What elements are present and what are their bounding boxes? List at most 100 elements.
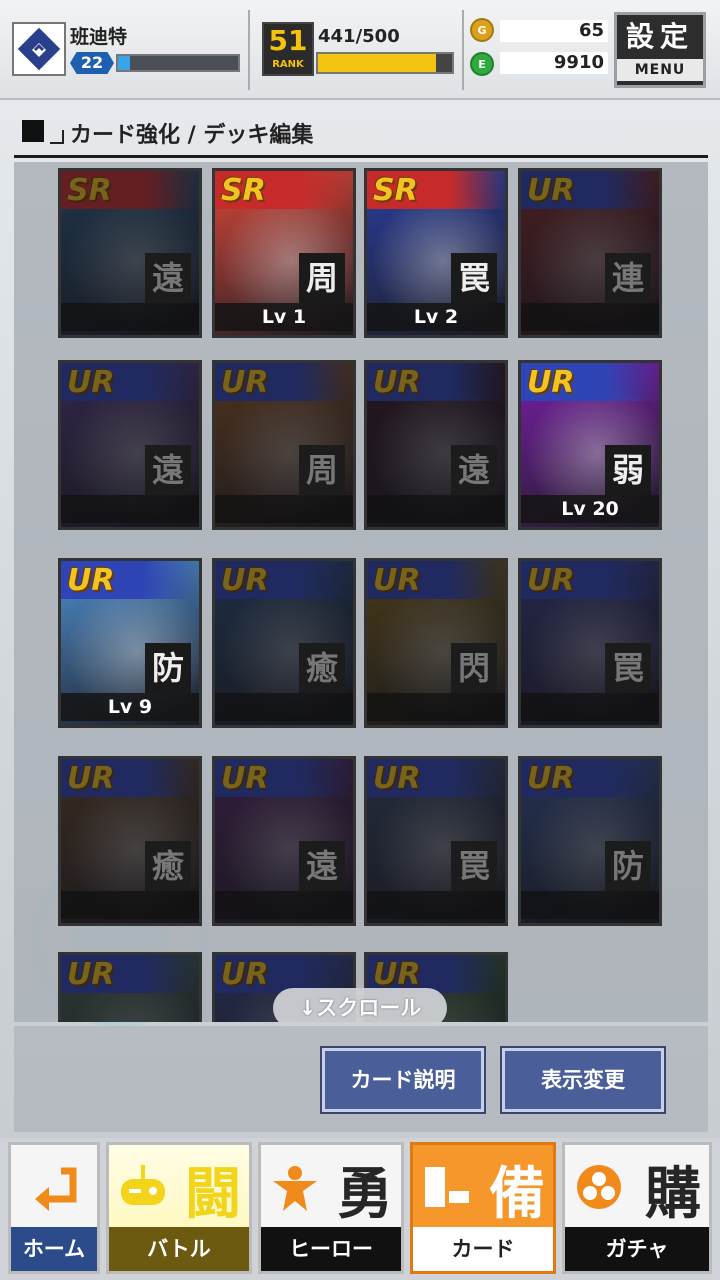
card-type-label: 罠 <box>605 643 651 693</box>
nav-tab-label: ホーム <box>11 1227 97 1271</box>
card-slot[interactable]: UR 防 Lv 9 <box>58 558 202 728</box>
rarity-label: UR <box>67 563 115 598</box>
section-header: カード強化 / デッキ編集 <box>14 112 708 158</box>
card-type-label: 防 <box>605 841 651 891</box>
card-dim-overlay <box>61 955 199 1022</box>
card-level-bar: Lv 20 <box>521 495 659 523</box>
card-level-bar <box>215 495 353 523</box>
card-slot[interactable]: UR遠 <box>212 756 356 926</box>
card-level-bar <box>367 693 505 721</box>
card-slot[interactable]: UR防 <box>518 756 662 926</box>
coin-count: 65 <box>500 20 608 42</box>
card-level-bar: Lv 9 <box>61 693 199 721</box>
card-type-label: 罠 <box>451 841 497 891</box>
card-type-label: 周 <box>299 253 345 303</box>
rarity-label: UR <box>527 365 575 400</box>
nav-tab-battle[interactable]: 闘バトル <box>106 1142 252 1274</box>
card-grid[interactable]: SR遠SR周Lv 1SR罠Lv 2UR連UR遠UR周UR遠UR弱Lv 20UR防… <box>14 162 708 1022</box>
card-level-bar <box>521 693 659 721</box>
nav-tab-label: カード <box>413 1227 553 1271</box>
gem-count: 9910 <box>500 52 608 74</box>
nav-tab-kanji: 闘 <box>185 1162 241 1227</box>
card-slot[interactable]: SR遠 <box>58 168 202 338</box>
player-avatar[interactable] <box>12 22 66 76</box>
scroll-hint: ↓スクロール <box>273 988 447 1028</box>
card-slot[interactable]: UR連 <box>518 168 662 338</box>
card-level-bar <box>521 303 659 331</box>
card-slot[interactable]: UR癒 <box>58 756 202 926</box>
settings-kanji: 設定 <box>625 20 694 53</box>
card-type-label: 遠 <box>451 445 497 495</box>
card-level-bar <box>367 891 505 919</box>
nav-tab-gacha[interactable]: 購ガチャ <box>562 1142 712 1274</box>
card-slot[interactable]: SR 罠 Lv 2 <box>364 168 508 338</box>
gacha-icon <box>573 1161 625 1213</box>
rank-badge: 51 RANK <box>262 22 314 76</box>
section-square-icon <box>22 120 44 142</box>
card-type-label: 弱 <box>605 445 651 495</box>
rank-label: RANK <box>272 59 304 70</box>
rarity-label: SR <box>221 173 266 208</box>
gem-icon: E <box>470 52 494 76</box>
player-exp-bar <box>116 54 240 72</box>
card-slot[interactable]: UR 弱 Lv 20 <box>518 360 662 530</box>
card-type-label: 遠 <box>299 841 345 891</box>
card-level-bar <box>61 891 199 919</box>
card-type-label: 連 <box>605 253 651 303</box>
card-level-bar <box>61 303 199 331</box>
card-level-bar <box>521 891 659 919</box>
divider <box>248 10 250 90</box>
card-slot[interactable]: UR遠 <box>58 360 202 530</box>
card-info-button[interactable]: カード説明 <box>320 1046 486 1114</box>
card-slot[interactable]: UR遠 <box>364 360 508 530</box>
settings-menu-button[interactable]: 設定 MENU <box>614 12 706 88</box>
card-level-bar: Lv 1 <box>215 303 353 331</box>
nav-tab-hero[interactable]: 勇ヒーロー <box>258 1142 404 1274</box>
nav-tab-card[interactable]: 備カード <box>410 1142 556 1274</box>
menu-label: MENU <box>617 59 703 81</box>
player-name: 班迪特 <box>70 26 128 48</box>
top-status-bar: 班迪特 22 51 RANK 441/500 G 65 E 9910 設定 ME… <box>0 0 720 100</box>
card-slot[interactable]: UR罠 <box>364 756 508 926</box>
gamepad-icon <box>117 1161 169 1213</box>
nav-tab-kanji: 備 <box>489 1162 545 1227</box>
card-slot[interactable]: SR 周 Lv 1 <box>212 168 356 338</box>
player-level-badge: 22 <box>70 52 114 74</box>
section-corner-icon <box>50 130 64 144</box>
card-slot[interactable]: UR罠 <box>518 558 662 728</box>
nav-tab-home[interactable]: ホーム <box>8 1142 100 1274</box>
view-change-button[interactable]: 表示変更 <box>500 1046 666 1114</box>
card-slot[interactable]: UR周 <box>212 360 356 530</box>
hero-icon <box>269 1161 321 1213</box>
card-slot[interactable]: UR閃 <box>364 558 508 728</box>
back-arrow-icon <box>31 1161 83 1213</box>
card-type-label: 防 <box>145 643 191 693</box>
card-slot[interactable]: UR <box>58 952 202 1022</box>
card-level-bar <box>215 891 353 919</box>
nav-tab-label: バトル <box>109 1227 249 1271</box>
stamina-bar <box>316 52 454 74</box>
card-type-label: 罠 <box>451 253 497 303</box>
divider <box>462 10 464 90</box>
card-type-label: 遠 <box>145 253 191 303</box>
card-type-label: 閃 <box>451 643 497 693</box>
stamina-fill <box>318 54 437 72</box>
card-type-label: 癒 <box>145 841 191 891</box>
avatar-emblem-icon <box>17 27 61 71</box>
coin-icon: G <box>470 18 494 42</box>
card-type-label: 遠 <box>145 445 191 495</box>
card-type-label: 周 <box>299 445 345 495</box>
nav-tab-label: ガチャ <box>565 1227 709 1271</box>
card-level-bar <box>61 495 199 523</box>
rarity-label: SR <box>373 173 418 208</box>
nav-tab-kanji: 勇 <box>337 1162 393 1227</box>
section-underline <box>14 155 708 158</box>
card-type-label: 癒 <box>299 643 345 693</box>
nav-tab-label: ヒーロー <box>261 1227 401 1271</box>
card-level-bar <box>367 495 505 523</box>
card-level-bar: Lv 2 <box>367 303 505 331</box>
card-slot[interactable]: UR癒 <box>212 558 356 728</box>
section-title: カード強化 / デッキ編集 <box>70 123 314 148</box>
nav-tab-kanji: 購 <box>645 1162 701 1227</box>
stamina-text: 441/500 <box>318 26 400 47</box>
